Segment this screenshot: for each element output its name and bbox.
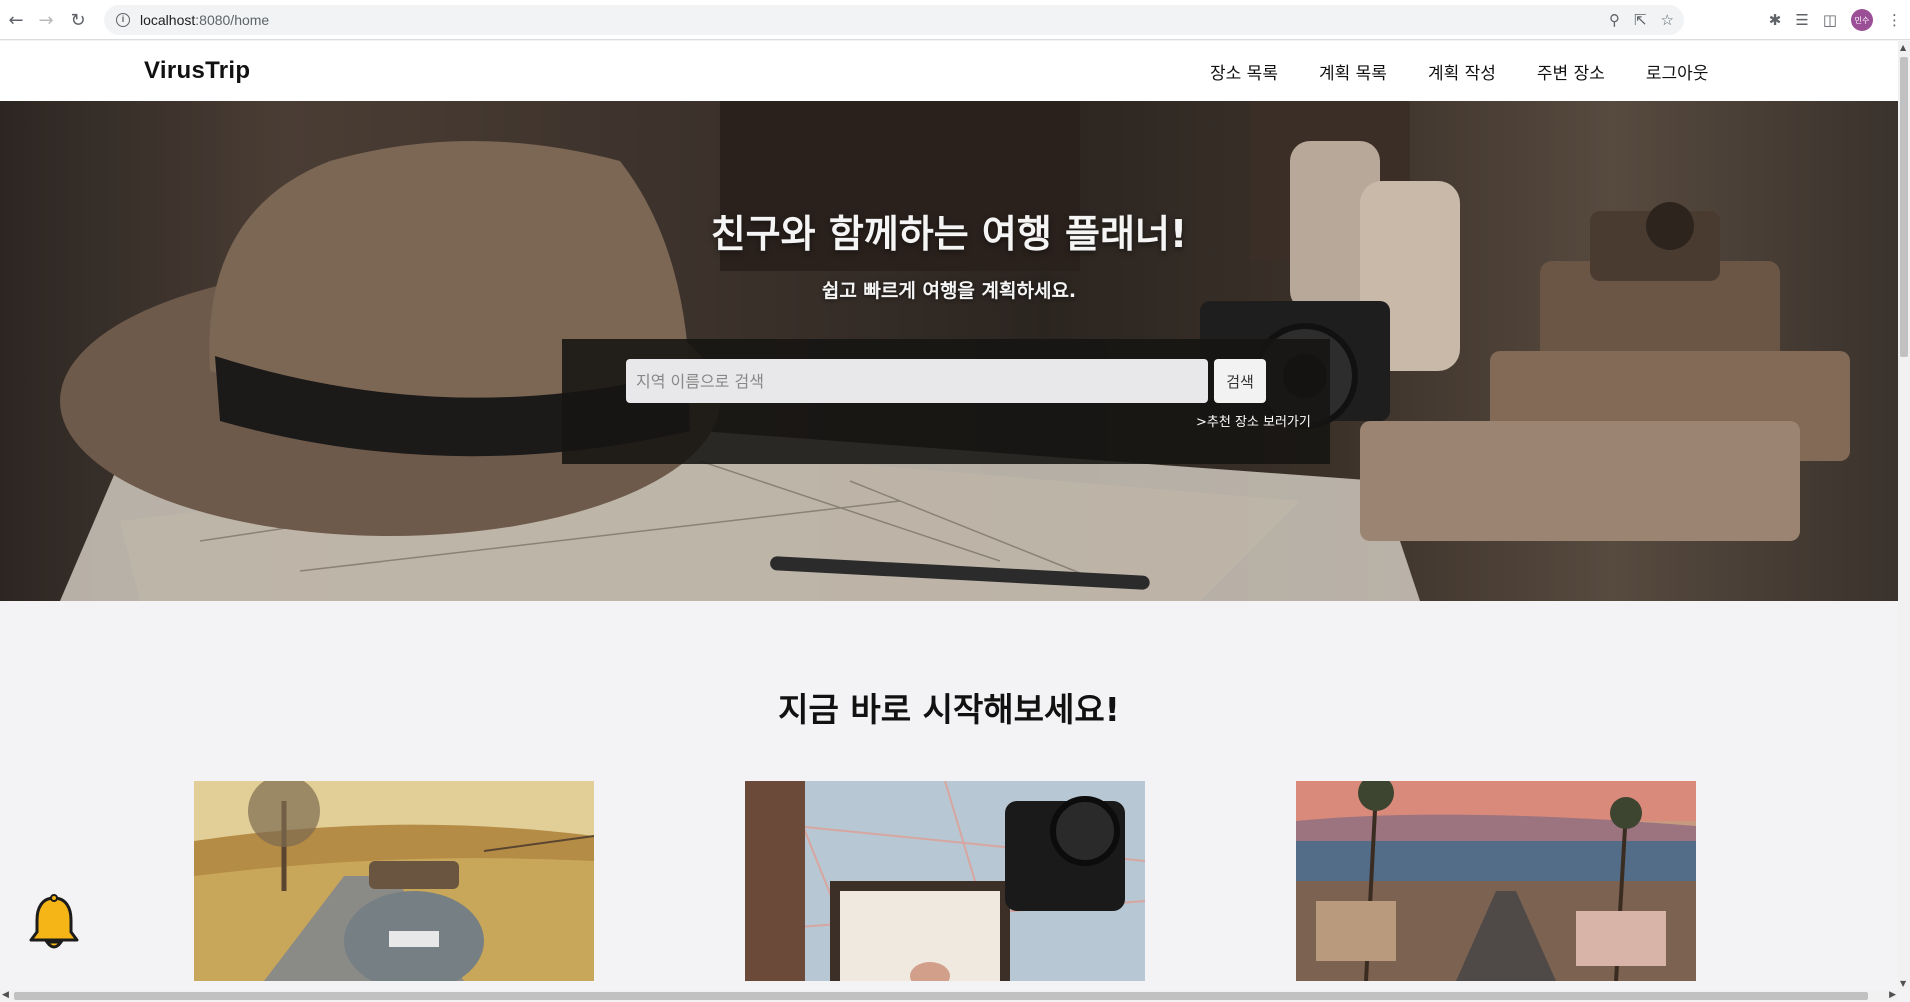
nav-nearby-places[interactable]: 주변 장소 bbox=[1537, 59, 1605, 84]
extensions-icon[interactable]: ✱ bbox=[1769, 11, 1782, 29]
search-panel: 검색 >추천 장소 보러가기 bbox=[562, 339, 1330, 464]
reading-list-icon[interactable]: ☰ bbox=[1795, 11, 1808, 29]
recommended-places-link[interactable]: >추천 장소 보러가기 bbox=[1196, 411, 1311, 430]
profile-avatar[interactable]: 민수 bbox=[1851, 9, 1873, 31]
forward-icon[interactable]: → bbox=[30, 4, 62, 36]
url-text: localhost:8080/home bbox=[140, 12, 270, 28]
nav-plan-create[interactable]: 계획 작성 bbox=[1428, 59, 1496, 84]
site-header: VirusTrip 장소 목록 계획 목록 계획 작성 주변 장소 로그아웃 bbox=[0, 41, 1898, 101]
horizontal-scrollbar[interactable]: ◀ ▶ bbox=[0, 990, 1898, 1002]
search-button[interactable]: 검색 bbox=[1214, 359, 1266, 403]
bookmark-star-icon[interactable]: ☆ bbox=[1661, 11, 1674, 29]
scroll-left-icon[interactable]: ◀ bbox=[2, 990, 9, 1000]
nav-plan-list[interactable]: 계획 목록 bbox=[1319, 59, 1387, 84]
nav-place-list[interactable]: 장소 목록 bbox=[1210, 59, 1278, 84]
scroll-down-icon[interactable]: ▼ bbox=[1900, 979, 1906, 988]
nav-logout[interactable]: 로그아웃 bbox=[1646, 59, 1709, 84]
menu-kebab-icon[interactable]: ⋮ bbox=[1887, 11, 1902, 29]
horizontal-scroll-thumb[interactable] bbox=[14, 992, 1868, 1000]
scroll-right-icon[interactable]: ▶ bbox=[1889, 990, 1896, 1000]
notification-bell-icon[interactable] bbox=[28, 894, 80, 952]
map-camera-photo bbox=[745, 781, 1145, 981]
back-icon[interactable]: ← bbox=[0, 4, 32, 36]
side-panel-icon[interactable]: ◫ bbox=[1823, 11, 1837, 29]
share-icon[interactable]: ⇱ bbox=[1634, 11, 1647, 29]
coastal-town-palms-photo bbox=[1296, 781, 1696, 981]
main-nav: 장소 목록 계획 목록 계획 작성 주변 장소 로그아웃 bbox=[1210, 59, 1749, 84]
card-vintage-car[interactable] bbox=[194, 781, 594, 981]
region-search-input[interactable] bbox=[626, 359, 1208, 403]
site-info-icon[interactable]: i bbox=[116, 13, 130, 27]
scroll-up-icon[interactable]: ▲ bbox=[1900, 43, 1906, 52]
brand-logo[interactable]: VirusTrip bbox=[144, 57, 250, 85]
vertical-scrollbar[interactable]: ▲ ▼ bbox=[1898, 41, 1910, 990]
card-map-camera[interactable] bbox=[745, 781, 1145, 981]
browser-toolbar: ← → ↻ i localhost:8080/home ⚲ ⇱ ☆ ✱ ☰ ◫ … bbox=[0, 0, 1910, 40]
location-icon[interactable]: ⚲ bbox=[1609, 11, 1620, 29]
hero-banner: 친구와 함께하는 여행 플래너! 쉽고 빠르게 여행을 계획하세요. 검색 >추… bbox=[0, 101, 1898, 601]
section-title: 지금 바로 시작해보세요! bbox=[778, 690, 1120, 729]
reload-icon[interactable]: ↻ bbox=[62, 4, 94, 36]
hero-title: 친구와 함께하는 여행 플래너! bbox=[710, 212, 1188, 256]
vintage-car-road-photo bbox=[194, 781, 594, 981]
address-bar[interactable]: i localhost:8080/home ⚲ ⇱ ☆ bbox=[104, 5, 1684, 35]
card-coastal-town[interactable] bbox=[1296, 781, 1696, 981]
hero-subtitle: 쉽고 빠르게 여행을 계획하세요. bbox=[821, 280, 1077, 302]
vertical-scroll-thumb[interactable] bbox=[1900, 57, 1908, 357]
